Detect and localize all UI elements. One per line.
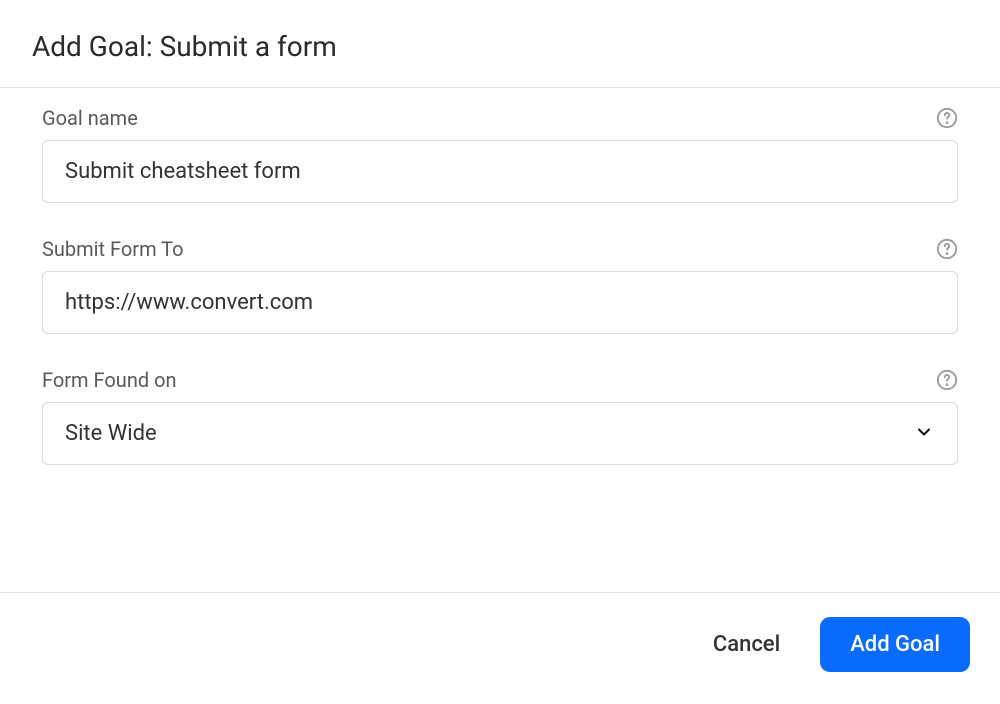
form-found-on-label: Form Found on <box>42 368 177 392</box>
form-body: Goal name Submit Form To <box>0 88 1000 592</box>
submit-form-to-group: Submit Form To <box>42 237 958 334</box>
modal-header: Add Goal: Submit a form <box>0 0 1000 87</box>
help-icon[interactable] <box>936 369 958 391</box>
form-found-on-select-wrapper: Site Wide <box>42 402 958 465</box>
cancel-button[interactable]: Cancel <box>713 632 780 657</box>
modal-footer: Cancel Add Goal <box>0 592 1000 704</box>
help-icon[interactable] <box>936 107 958 129</box>
goal-name-label-row: Goal name <box>42 106 958 130</box>
submit-form-to-input[interactable] <box>42 271 958 334</box>
goal-name-label: Goal name <box>42 106 138 130</box>
help-icon[interactable] <box>936 238 958 260</box>
submit-form-to-label: Submit Form To <box>42 237 184 261</box>
goal-name-group: Goal name <box>42 106 958 203</box>
form-found-on-label-row: Form Found on <box>42 368 958 392</box>
form-found-on-select[interactable]: Site Wide <box>42 402 958 465</box>
goal-name-input[interactable] <box>42 140 958 203</box>
submit-form-to-label-row: Submit Form To <box>42 237 958 261</box>
form-found-on-group: Form Found on Site Wide <box>42 368 958 465</box>
modal-title: Add Goal: Submit a form <box>32 30 968 63</box>
add-goal-button[interactable]: Add Goal <box>820 617 970 672</box>
